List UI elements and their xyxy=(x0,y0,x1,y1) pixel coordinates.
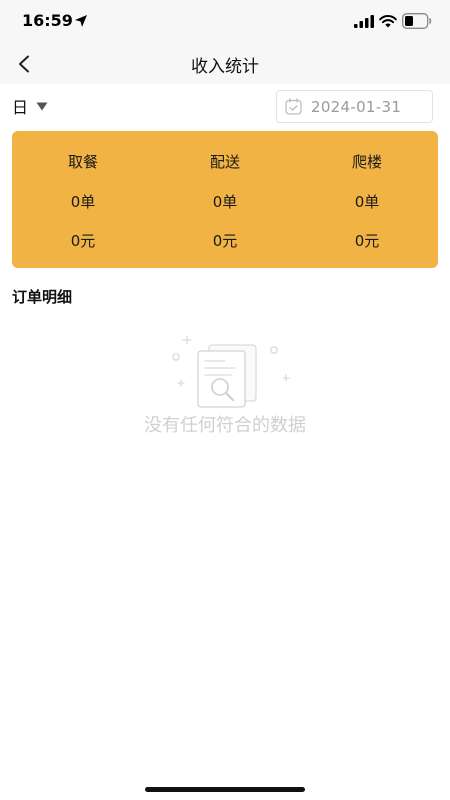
period-select[interactable]: 日 xyxy=(12,94,48,118)
location-arrow-icon xyxy=(75,15,87,27)
wifi-icon xyxy=(379,15,397,28)
home-indicator xyxy=(145,787,305,792)
period-label: 日 xyxy=(12,98,29,117)
stats-amount: 0元 xyxy=(212,232,238,250)
section-title: 订单明细 xyxy=(12,288,73,306)
stats-orders: 0单 xyxy=(212,193,238,211)
date-value: 2024-01-31 xyxy=(311,97,402,116)
date-picker[interactable]: 2024-01-31 xyxy=(276,90,433,123)
screen: 16:59 收入统计 日 2024-01-31 取餐 0单 0元 配送 0单 0… xyxy=(0,0,450,800)
status-bar: 16:59 xyxy=(0,0,450,44)
battery-icon xyxy=(402,13,432,29)
caret-down-icon xyxy=(36,102,48,110)
stats-category: 爬楼 xyxy=(351,153,382,171)
stats-card: 取餐 0单 0元 配送 0单 0元 爬楼 0单 0元 xyxy=(12,131,438,268)
status-time: 16:59 xyxy=(22,11,73,30)
stats-column-pickup: 取餐 0单 0元 xyxy=(12,131,154,268)
stats-amount: 0元 xyxy=(70,232,96,250)
stats-orders: 0单 xyxy=(70,193,96,211)
nav-bar: 收入统计 xyxy=(0,44,450,84)
stats-category: 取餐 xyxy=(67,153,98,171)
stats-orders: 0单 xyxy=(354,193,380,211)
page-title: 收入统计 xyxy=(191,57,259,77)
stats-column-stairs: 爬楼 0单 0元 xyxy=(296,131,438,268)
signal-icon xyxy=(354,15,374,28)
calendar-icon xyxy=(285,98,302,115)
empty-state-message: 没有任何符合的数据 xyxy=(144,415,306,436)
stats-amount: 0元 xyxy=(354,232,380,250)
stats-category: 配送 xyxy=(209,153,240,171)
empty-document-search-icon xyxy=(172,335,290,408)
stats-column-delivery: 配送 0单 0元 xyxy=(154,131,296,268)
